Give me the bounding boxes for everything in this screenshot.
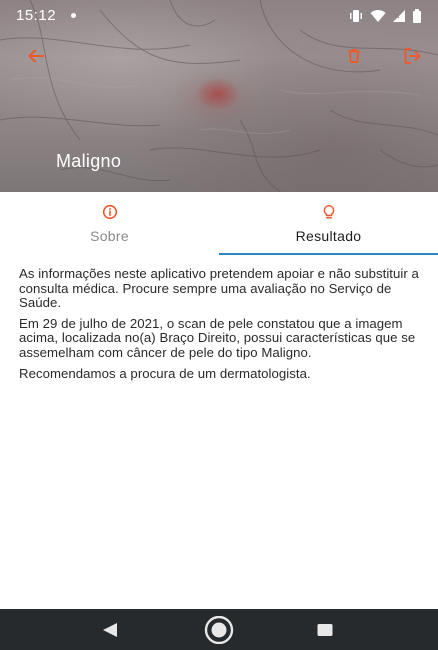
tab-sobre-label: Sobre	[90, 228, 129, 244]
wifi-icon	[370, 10, 386, 22]
nav-back-button[interactable]	[96, 609, 124, 650]
nav-recent-button[interactable]	[312, 609, 338, 650]
back-button[interactable]	[24, 44, 48, 68]
status-bar: 15:12	[0, 0, 438, 32]
tab-resultado-label: Resultado	[295, 228, 362, 244]
exit-button[interactable]	[400, 44, 424, 68]
tab-resultado[interactable]: Resultado	[219, 192, 438, 256]
tab-sobre[interactable]: Sobre	[0, 192, 219, 256]
tab-bar: Sobre Resultado	[0, 192, 438, 256]
result-screen: 15:12 Maligno Sobre Resultado As informa…	[0, 0, 438, 650]
battery-icon	[413, 9, 421, 23]
nav-home-button[interactable]	[200, 609, 238, 650]
notification-dot-icon	[70, 13, 76, 19]
lightbulb-icon	[323, 205, 334, 219]
vibrate-icon	[350, 10, 362, 22]
delete-button[interactable]	[342, 44, 366, 68]
result-content: As informações neste aplicativo pretende…	[19, 266, 423, 387]
disclaimer-text: As informações neste aplicativo pretende…	[19, 266, 419, 311]
recent-apps-icon	[317, 623, 333, 636]
info-icon	[102, 204, 117, 220]
system-nav-bar	[0, 609, 438, 650]
status-time: 15:12	[16, 7, 57, 24]
home-circle-icon	[204, 615, 234, 644]
scan-result-text: Em 29 de julho de 2021, o scan de pele c…	[19, 315, 416, 360]
signal-icon	[393, 10, 405, 22]
back-triangle-icon	[103, 622, 117, 637]
exit-icon	[404, 48, 421, 64]
status-icons	[348, 9, 422, 23]
trash-icon	[348, 49, 360, 63]
arrow-back-icon	[28, 49, 44, 63]
recommendation-text: Recomendamos a procura de um dermatologi…	[19, 365, 311, 381]
diagnosis-title: Maligno	[56, 151, 122, 171]
tab-indicator	[219, 253, 438, 255]
app-bar	[0, 38, 438, 74]
